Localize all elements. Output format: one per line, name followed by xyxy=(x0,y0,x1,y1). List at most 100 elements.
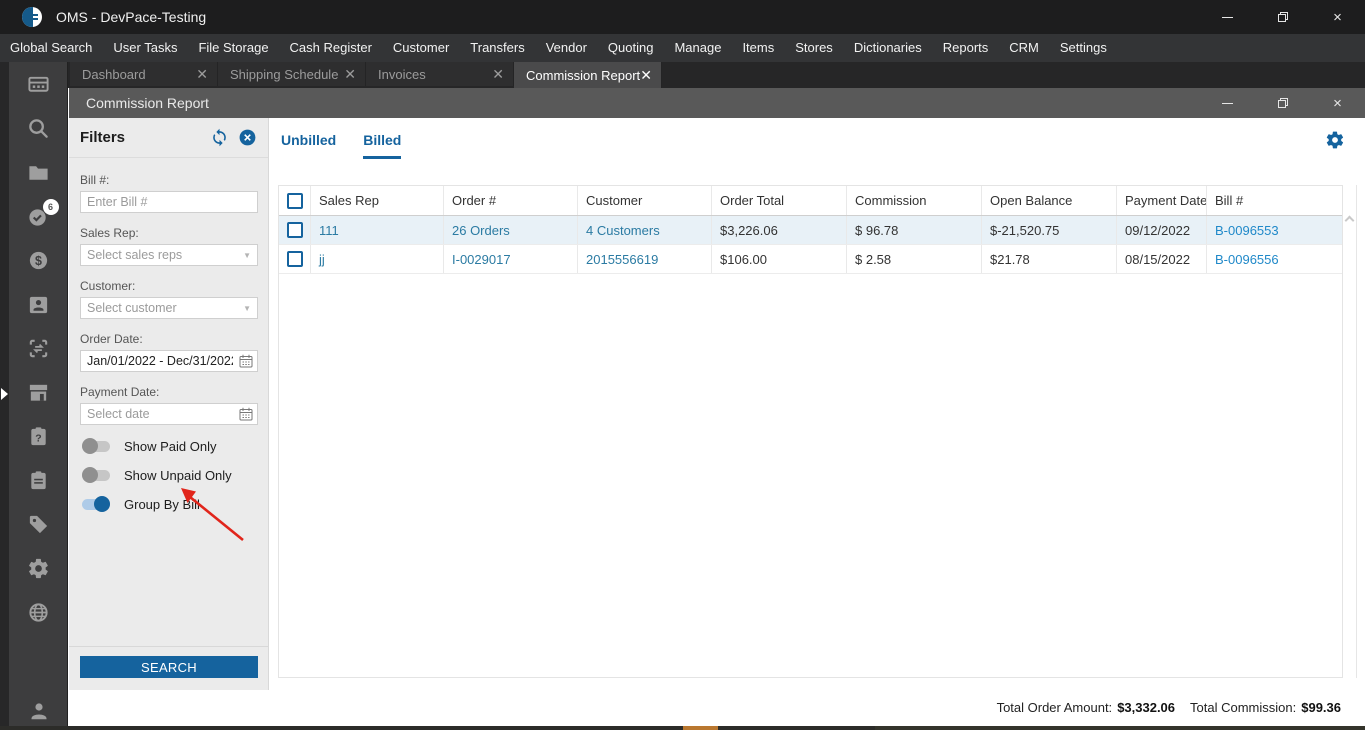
customers-link[interactable]: 2015556619 xyxy=(578,245,712,273)
sidebar-expander-arrow[interactable] xyxy=(1,388,8,400)
sidebar-item-transfers[interactable] xyxy=(27,337,51,360)
report-window-controls: × xyxy=(1200,88,1365,118)
minimize-button[interactable] xyxy=(1200,0,1255,34)
sidebar-item-contacts[interactable] xyxy=(27,293,51,316)
tab-invoices[interactable]: Invoices ✕ xyxy=(366,62,514,86)
tab-close-icon[interactable]: ✕ xyxy=(344,66,356,83)
calendar-icon[interactable] xyxy=(239,407,253,421)
menu-item-cash-register[interactable]: Cash Register xyxy=(286,34,376,62)
bill-number-input[interactable] xyxy=(80,191,258,213)
menu-item-manage[interactable]: Manage xyxy=(670,34,725,62)
menu-item-transfers[interactable]: Transfers xyxy=(466,34,528,62)
column-header-order[interactable]: Order # xyxy=(444,186,578,215)
table-scrollbar[interactable] xyxy=(1343,185,1357,678)
menu-item-dictionaries[interactable]: Dictionaries xyxy=(850,34,926,62)
payment-date-value: 08/15/2022 xyxy=(1117,245,1207,273)
sales-rep-link[interactable]: 111 xyxy=(311,216,444,244)
filters-title: Filters xyxy=(80,129,126,146)
column-header-sales-rep[interactable]: Sales Rep xyxy=(311,186,444,215)
menu-item-customer[interactable]: Customer xyxy=(389,34,453,62)
show-paid-only-toggle[interactable] xyxy=(82,438,110,454)
payment-date-value: 09/12/2022 xyxy=(1117,216,1207,244)
report-window-titlebar: Commission Report × xyxy=(69,88,1365,118)
tab-close-icon[interactable]: ✕ xyxy=(640,67,652,84)
sidebar-item-orders[interactable] xyxy=(27,469,51,492)
show-unpaid-only-toggle[interactable] xyxy=(82,467,110,483)
column-header-bill[interactable]: Bill # xyxy=(1207,186,1342,215)
row-checkbox[interactable] xyxy=(286,222,303,238)
menu-item-vendor[interactable]: Vendor xyxy=(542,34,591,62)
search-button[interactable]: SEARCH xyxy=(80,656,258,678)
minimize-button[interactable] xyxy=(1200,88,1255,118)
total-order-amount-value: $3,332.06 xyxy=(1117,700,1176,715)
restore-button[interactable] xyxy=(1255,88,1310,118)
tab-shipping-schedule[interactable]: Shipping Schedule ✕ xyxy=(218,62,366,86)
menu-item-crm[interactable]: CRM xyxy=(1005,34,1043,62)
store-icon xyxy=(29,384,48,401)
commission-value: $ 2.58 xyxy=(847,245,982,273)
select-all-checkbox[interactable] xyxy=(286,192,303,209)
user-icon xyxy=(31,702,46,719)
sidebar-item-profile[interactable] xyxy=(27,699,51,722)
menu-item-stores[interactable]: Stores xyxy=(791,34,837,62)
tab-dashboard[interactable]: Dashboard ✕ xyxy=(70,62,218,86)
menu-item-user-tasks[interactable]: User Tasks xyxy=(109,34,181,62)
restore-icon xyxy=(1277,98,1288,108)
taskbar-highlight xyxy=(683,726,718,730)
sales-rep-link[interactable]: jj xyxy=(311,245,444,273)
show-unpaid-only-label: Show Unpaid Only xyxy=(124,468,232,483)
sidebar-item-tasks[interactable]: 6 xyxy=(27,199,59,228)
restore-icon xyxy=(1277,12,1288,22)
order-total-value: $3,226.06 xyxy=(712,216,847,244)
tab-unbilled[interactable]: Unbilled xyxy=(281,132,336,159)
sidebar-item-file-storage[interactable] xyxy=(27,161,51,184)
tab-close-icon[interactable]: ✕ xyxy=(196,66,208,83)
sidebar-item-web[interactable] xyxy=(27,601,51,624)
report-content: Unbilled Billed Sales Rep Order # Custom… xyxy=(269,118,1365,726)
orders-link[interactable]: 26 Orders xyxy=(444,216,578,244)
table-settings-gear-icon[interactable] xyxy=(1325,130,1345,150)
menu-item-global-search[interactable]: Global Search xyxy=(6,34,96,62)
sidebar-item-help[interactable]: ? xyxy=(27,425,51,448)
customer-select[interactable]: Select customer ▼ xyxy=(80,297,258,319)
calendar-icon[interactable] xyxy=(239,354,253,368)
group-by-bill-toggle[interactable] xyxy=(82,496,110,512)
tab-commission-report[interactable]: Commission Report ✕ xyxy=(514,62,662,88)
sidebar-item-stores[interactable] xyxy=(27,381,51,404)
menu-item-settings[interactable]: Settings xyxy=(1056,34,1111,62)
orders-link[interactable]: I-0029017 xyxy=(444,245,578,273)
folder-icon xyxy=(29,166,48,180)
customers-link[interactable]: 4 Customers xyxy=(578,216,712,244)
tab-close-icon[interactable]: ✕ xyxy=(492,66,504,83)
row-checkbox[interactable] xyxy=(286,251,303,267)
gear-icon xyxy=(29,558,48,579)
sidebar-item-cash[interactable]: $ xyxy=(27,249,51,272)
column-header-order-total[interactable]: Order Total xyxy=(712,186,847,215)
sidebar-item-settings[interactable] xyxy=(27,557,51,580)
menu-item-quoting[interactable]: Quoting xyxy=(604,34,658,62)
tab-billed[interactable]: Billed xyxy=(363,132,402,159)
sidebar-item-dashboard[interactable] xyxy=(27,73,51,96)
close-button[interactable]: × xyxy=(1310,88,1365,118)
payment-date-input[interactable] xyxy=(80,403,258,425)
column-header-payment-date[interactable]: Payment Date xyxy=(1117,186,1207,215)
search-icon xyxy=(29,119,48,138)
close-button[interactable]: × xyxy=(1310,0,1365,34)
column-header-customer[interactable]: Customer xyxy=(578,186,712,215)
menu-item-file-storage[interactable]: File Storage xyxy=(194,34,272,62)
sales-rep-select[interactable]: Select sales reps ▼ xyxy=(80,244,258,266)
column-header-commission[interactable]: Commission xyxy=(847,186,982,215)
sidebar-item-tags[interactable] xyxy=(27,513,51,536)
bill-link[interactable]: B-0096553 xyxy=(1207,216,1342,244)
taskbar-edge xyxy=(0,726,1365,730)
clear-filters-icon[interactable] xyxy=(238,128,257,147)
refresh-icon[interactable] xyxy=(210,128,229,147)
order-date-input[interactable] xyxy=(80,350,258,372)
menu-item-items[interactable]: Items xyxy=(738,34,778,62)
restore-button[interactable] xyxy=(1255,0,1310,34)
sidebar-item-search[interactable] xyxy=(27,117,51,140)
bill-link[interactable]: B-0096556 xyxy=(1207,245,1342,273)
title-bar: OMS - DevPace-Testing × xyxy=(0,0,1365,34)
menu-item-reports[interactable]: Reports xyxy=(939,34,993,62)
column-header-open-balance[interactable]: Open Balance xyxy=(982,186,1117,215)
